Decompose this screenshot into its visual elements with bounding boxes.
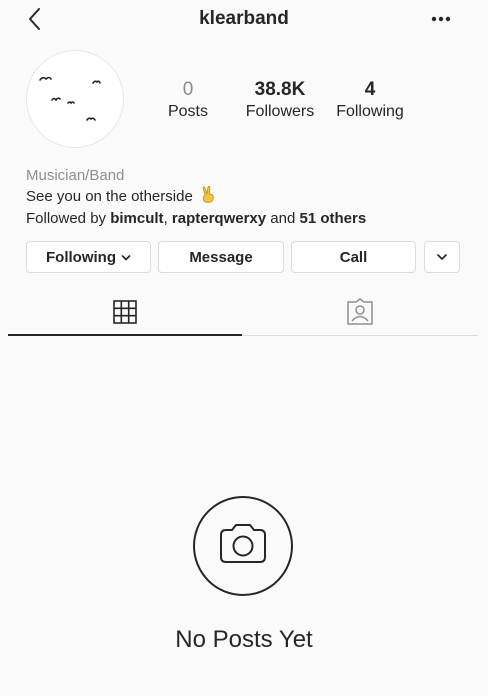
followed-by-and: and	[266, 210, 300, 227]
call-button-label: Call	[339, 248, 368, 266]
following-label: Following	[336, 103, 404, 120]
bio-line: See you on the otherside	[26, 186, 466, 209]
followed-by-separator: ,	[163, 210, 172, 227]
following-button-label: Following	[46, 248, 116, 266]
message-button[interactable]: Message	[158, 241, 284, 273]
more-horizontal-icon	[431, 16, 451, 22]
posts-count: 0	[182, 79, 194, 100]
following-count: 4	[364, 79, 376, 100]
victory-hand-emoji-icon	[201, 186, 215, 209]
tab-divider	[242, 335, 478, 336]
following-stat[interactable]: 4 Following	[331, 80, 409, 122]
tab-grid[interactable]	[8, 290, 242, 334]
message-button-label: Message	[189, 248, 253, 266]
following-button[interactable]: Following	[26, 241, 151, 273]
bio-text: See you on the otherside	[26, 188, 193, 205]
followed-by-prefix: Followed by	[26, 210, 111, 227]
chevron-down-icon	[121, 249, 131, 266]
mutual-follower-link[interactable]: bimcult	[110, 210, 163, 227]
followers-label: Followers	[245, 103, 315, 120]
top-bar: klearband	[0, 0, 488, 40]
posts-stat[interactable]: 0 Posts	[160, 80, 216, 122]
chevron-down-icon	[437, 254, 447, 260]
grid-icon	[113, 300, 137, 324]
active-tab-indicator	[8, 334, 242, 336]
camera-icon	[192, 495, 294, 597]
tagged-person-icon	[347, 298, 373, 325]
profile-category: Musician/Band	[26, 167, 125, 184]
call-button[interactable]: Call	[291, 241, 416, 273]
followers-stat[interactable]: 38.8K Followers	[238, 80, 322, 122]
followed-by-line[interactable]: Followed by bimcult, rapterqwerxy and 51…	[26, 209, 466, 229]
suggested-accounts-button[interactable]	[424, 241, 460, 273]
more-options-button[interactable]	[424, 8, 458, 30]
tab-tagged[interactable]	[242, 290, 478, 334]
empty-state-text: No Posts Yet	[175, 626, 313, 653]
posts-label: Posts	[167, 103, 208, 120]
avatar[interactable]	[26, 50, 124, 148]
profile-username: klearband	[199, 8, 289, 29]
mutual-followers-others-link[interactable]: 51 others	[300, 210, 367, 227]
bio-section: Musician/Band See you on the otherside F…	[26, 166, 466, 229]
birds-logo-icon	[39, 76, 101, 121]
profile-page: klearband 0 Posts 38.8K Followers 4 Foll…	[0, 0, 488, 696]
mutual-follower-link[interactable]: rapterqwerxy	[172, 210, 266, 227]
followers-count: 38.8K	[254, 79, 306, 100]
